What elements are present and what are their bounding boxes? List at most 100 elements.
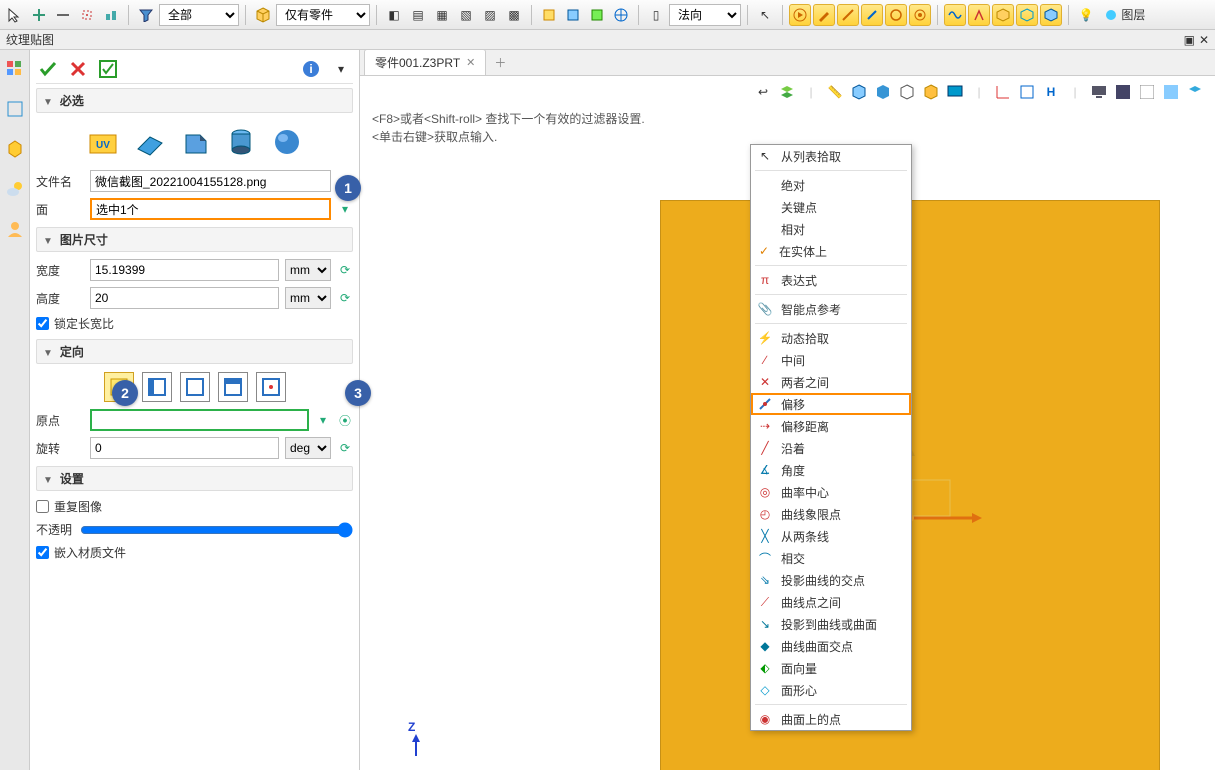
width-input[interactable] xyxy=(90,259,279,281)
menu-expression[interactable]: π表达式 xyxy=(751,269,911,291)
axes-icon[interactable] xyxy=(993,82,1013,102)
menu-proj-to[interactable]: ↘投影到曲线或曲面 xyxy=(751,613,911,635)
rotate-input[interactable] xyxy=(90,437,279,459)
menu-curv-center[interactable]: ◎曲率中心 xyxy=(751,481,911,503)
layers-button[interactable]: 图层 xyxy=(1099,4,1150,26)
solid-icon[interactable] xyxy=(1040,4,1062,26)
monitor-icon[interactable] xyxy=(1089,82,1109,102)
leaf-icon[interactable] xyxy=(100,4,122,26)
menu-between[interactable]: ✕两者之间 xyxy=(751,371,911,393)
filename-input[interactable] xyxy=(90,170,331,192)
dropdown-icon[interactable]: ▾ xyxy=(337,201,353,217)
cube-icon[interactable] xyxy=(252,4,274,26)
screen-icon[interactable] xyxy=(945,82,965,102)
face-input[interactable] xyxy=(90,198,331,220)
orient-top-button[interactable] xyxy=(218,372,248,402)
menu-intersect[interactable]: ⌒相交 xyxy=(751,547,911,569)
planar-icon[interactable] xyxy=(132,125,166,159)
orient-center-button[interactable] xyxy=(256,372,286,402)
circle-icon[interactable] xyxy=(885,4,907,26)
origin-input[interactable] xyxy=(90,409,309,431)
weather-icon[interactable] xyxy=(4,178,26,200)
user-icon[interactable] xyxy=(4,218,26,240)
dropdown-icon[interactable]: ▾ xyxy=(315,412,331,428)
pick-icon[interactable] xyxy=(968,4,990,26)
box-icon[interactable] xyxy=(178,125,212,159)
bulb-icon[interactable]: 💡 xyxy=(1075,4,1097,26)
menu-face-normal[interactable]: ⬖面向量 xyxy=(751,657,911,679)
tool-icon[interactable]: ◧ xyxy=(383,4,405,26)
spin-icon[interactable]: ⟳ xyxy=(337,440,353,456)
menu-middle[interactable]: ∕中间 xyxy=(751,349,911,371)
spin-icon[interactable]: ⟳ xyxy=(337,290,353,306)
menu-proj-inter[interactable]: ⇘投影曲线的交点 xyxy=(751,569,911,591)
globe-icon[interactable] xyxy=(610,4,632,26)
menu-centroid[interactable]: ◇面形心 xyxy=(751,679,911,701)
menu-cc-inter[interactable]: ◆曲线曲面交点 xyxy=(751,635,911,657)
pen-icon[interactable] xyxy=(861,4,883,26)
wireframe-icon[interactable] xyxy=(897,82,917,102)
h-icon[interactable]: H xyxy=(1041,82,1061,102)
tool-icon[interactable]: ▤ xyxy=(407,4,429,26)
cancel-button[interactable] xyxy=(66,57,90,81)
height-input[interactable] xyxy=(90,287,279,309)
tool-icon[interactable]: ▦ xyxy=(431,4,453,26)
add-icon[interactable] xyxy=(28,4,50,26)
menu-keypoint[interactable]: 关键点 xyxy=(751,196,911,218)
wire-icon[interactable] xyxy=(1016,4,1038,26)
expand-icon[interactable]: ▾ xyxy=(329,57,353,81)
cylinder-icon[interactable] xyxy=(224,125,258,159)
gold-cube-icon[interactable] xyxy=(921,82,941,102)
menu-offset-dist[interactable]: ⇢偏移距离 xyxy=(751,415,911,437)
menu-offset[interactable]: 偏移 xyxy=(751,393,911,415)
tool-icon[interactable]: ▨ xyxy=(479,4,501,26)
width-unit[interactable]: mm xyxy=(285,259,331,281)
swatch-light-icon[interactable] xyxy=(1137,82,1157,102)
embed-checkbox[interactable] xyxy=(36,546,49,559)
tab-add-button[interactable]: ＋ xyxy=(486,50,514,75)
target-icon[interactable] xyxy=(909,4,931,26)
sine-icon[interactable] xyxy=(944,4,966,26)
tool-icon[interactable]: ▧ xyxy=(455,4,477,26)
manager-icon[interactable] xyxy=(4,58,26,80)
section-orient[interactable]: 定向 xyxy=(36,339,353,364)
menu-smartref[interactable]: 📎智能点参考 xyxy=(751,298,911,320)
swatch-blue-icon[interactable] xyxy=(1161,82,1181,102)
tab-close-icon[interactable]: ✕ xyxy=(466,56,475,69)
menu-relative[interactable]: 相对 xyxy=(751,218,911,240)
minus-icon[interactable] xyxy=(52,4,74,26)
restore-icon[interactable]: ▣ xyxy=(1184,33,1195,47)
grid-icon[interactable] xyxy=(1017,82,1037,102)
lock-ratio-checkbox[interactable] xyxy=(36,317,49,330)
cube-view-icon[interactable] xyxy=(849,82,869,102)
info-icon[interactable]: i xyxy=(299,57,323,81)
spin-icon[interactable]: ⟳ xyxy=(337,262,353,278)
document-tab[interactable]: 零件001.Z3PRT ✕ xyxy=(364,50,486,75)
viewport[interactable]: 零件001.Z3PRT ✕ ＋ ↩ | 📏 | H | xyxy=(360,50,1215,770)
edit-icon[interactable] xyxy=(813,4,835,26)
menu-pt-on-curve[interactable]: ◉曲面上的点 xyxy=(751,708,911,730)
pick-icon[interactable]: ⦿ xyxy=(337,412,353,428)
sphere-icon[interactable] xyxy=(270,125,304,159)
section-settings[interactable]: 设置 xyxy=(36,466,353,491)
repeat-checkbox[interactable] xyxy=(36,500,49,513)
menu-angle[interactable]: ∡角度 xyxy=(751,459,911,481)
tool-icon[interactable]: ▩ xyxy=(503,4,525,26)
view-icon[interactable] xyxy=(586,4,608,26)
shade-icon[interactable] xyxy=(992,4,1014,26)
crosshair-icon[interactable] xyxy=(76,4,98,26)
menu-along[interactable]: ╱沿着 xyxy=(751,437,911,459)
close-icon[interactable]: ✕ xyxy=(1199,33,1209,47)
cursor-icon[interactable]: ↖ xyxy=(754,4,776,26)
layer-stack-icon[interactable] xyxy=(1185,82,1205,102)
opacity-slider[interactable] xyxy=(80,522,353,538)
plane-icon[interactable] xyxy=(4,98,26,120)
pointer-icon[interactable] xyxy=(4,4,26,26)
scope-select[interactable]: 仅有零件 xyxy=(276,4,370,26)
ruler-icon[interactable]: 📏 xyxy=(825,82,845,102)
layers-icon[interactable] xyxy=(777,82,797,102)
history-icon[interactable] xyxy=(4,138,26,160)
align-icon[interactable]: ▯ xyxy=(645,4,667,26)
menu-absolute[interactable]: 绝对 xyxy=(751,174,911,196)
rotate-unit[interactable]: deg xyxy=(285,437,331,459)
